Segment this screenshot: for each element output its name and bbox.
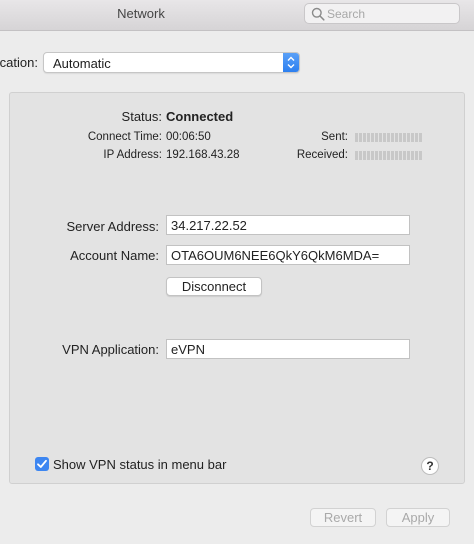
sent-meter [355, 133, 423, 142]
sent-label: Sent: [321, 131, 348, 143]
vpn-application-field[interactable]: eVPN [166, 339, 410, 359]
status-value: Connected [166, 109, 234, 124]
show-vpn-status-checkbox[interactable] [35, 457, 49, 471]
revert-button[interactable]: Revert [310, 508, 376, 527]
vpn-application-label: VPN Application: [62, 342, 159, 357]
server-address-label: Server Address: [66, 219, 160, 234]
select-stepper[interactable] [283, 53, 299, 72]
disconnect-button[interactable]: Disconnect [166, 277, 262, 296]
received-meter [355, 151, 423, 160]
show-vpn-status-label: Show VPN status in menu bar [53, 457, 227, 472]
help-button[interactable]: ? [421, 457, 439, 475]
search-input[interactable] [327, 5, 455, 22]
chevron-up-down-icon [287, 56, 295, 69]
configuration-select[interactable]: Automatic [43, 52, 300, 73]
connect-time-value: 00:06:50 [166, 131, 211, 143]
checkmark-icon [37, 459, 47, 468]
server-address-field[interactable]: 34.217.22.52 [166, 215, 410, 235]
configuration-label: ication: [0, 55, 38, 70]
status-label: Status: [121, 109, 162, 124]
ip-address-label: IP Address: [103, 149, 162, 161]
configuration-value: Automatic [53, 56, 111, 71]
search-icon [311, 7, 325, 21]
search-field[interactable] [304, 3, 460, 24]
ip-address-value: 192.168.43.28 [166, 149, 240, 161]
account-name-label: Account Name: [70, 248, 159, 263]
connect-time-label: Connect Time: [87, 131, 162, 143]
vpn-settings-panel: Status: Connected Connect Time: 00:06:50… [9, 92, 465, 484]
title-bar: Network [0, 0, 474, 31]
apply-button[interactable]: Apply [386, 508, 450, 527]
window-title: Network [117, 6, 165, 21]
received-label: Received: [296, 149, 348, 161]
account-name-field[interactable]: OTA6OUM6NEE6QkY6QkM6MDA= [166, 245, 410, 265]
